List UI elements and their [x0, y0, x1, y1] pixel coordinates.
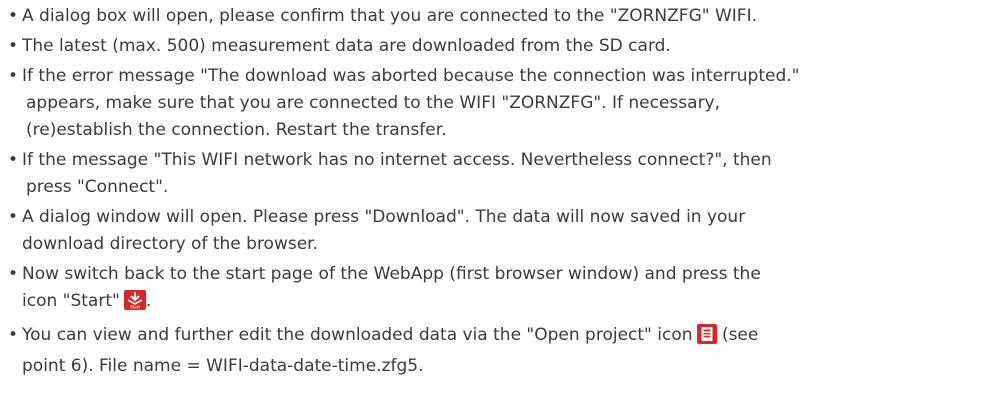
item-text: download directory of the browser.: [22, 234, 319, 254]
list-item: • You can view and further edit the down…: [8, 322, 992, 380]
bullet: •: [8, 66, 19, 86]
item-text: If the error message "The download was a…: [22, 66, 800, 86]
bullet: •: [8, 325, 19, 345]
item-text: If the message "This WIFI network has no…: [22, 150, 772, 170]
item-text-line: icon "Start" Start .: [22, 288, 992, 319]
bullet: •: [8, 36, 19, 56]
item-text: You can view and further edit the downlo…: [22, 325, 693, 345]
item-text: press "Connect".: [26, 177, 169, 197]
start-icon-label: Start: [130, 305, 140, 310]
list-item: • Now switch back to the start page of t…: [8, 261, 992, 319]
item-text: (re)establish the connection. Restart th…: [26, 120, 447, 140]
item-text: A dialog box will open, please confirm t…: [22, 6, 757, 26]
item-text: (see: [721, 325, 759, 345]
item-text: .: [145, 291, 152, 311]
bullet: •: [8, 150, 19, 170]
start-icon[interactable]: Start: [123, 290, 146, 319]
list-item: • If the error message "The download was…: [8, 63, 992, 144]
instruction-list: • A dialog box will open, please confirm…: [8, 3, 992, 380]
item-text: icon "Start": [22, 291, 120, 311]
bullet: •: [8, 264, 19, 284]
list-item: • A dialog window will open. Please pres…: [8, 204, 992, 258]
list-item: • A dialog box will open, please confirm…: [8, 3, 992, 30]
item-text: The latest (max. 500) measurement data a…: [22, 36, 671, 56]
item-text: Now switch back to the start page of the…: [22, 264, 761, 284]
item-text: point 6). File name = WIFI-data-date-tim…: [22, 356, 424, 376]
item-text: appears, make sure that you are connecte…: [26, 93, 721, 113]
open-project-icon[interactable]: [696, 324, 717, 353]
bullet: •: [8, 207, 19, 227]
list-item: • The latest (max. 500) measurement data…: [8, 33, 992, 60]
item-text: A dialog window will open. Please press …: [22, 207, 746, 227]
bullet: •: [8, 6, 19, 26]
item-text-line: You can view and further edit the downlo…: [22, 322, 992, 353]
list-item: • If the message "This WIFI network has …: [8, 147, 992, 201]
